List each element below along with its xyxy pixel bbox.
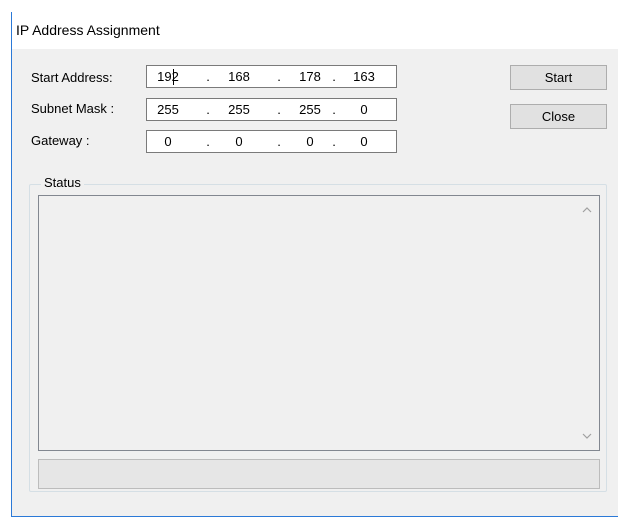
start-address-octet-1[interactable]: 192 (148, 69, 188, 84)
chevron-down-icon[interactable] (575, 426, 599, 446)
octet-separator: . (206, 102, 210, 117)
progress-bar (38, 459, 600, 489)
octet-separator: . (332, 134, 336, 149)
octet-separator: . (206, 69, 210, 84)
status-group-legend: Status (41, 175, 84, 190)
gateway-label: Gateway : (31, 133, 90, 148)
subnet-mask-octet-3[interactable]: 255 (290, 102, 330, 117)
start-address-input[interactable]: 192 . 168 . 178 . 163 (146, 65, 397, 88)
gateway-octet-3[interactable]: 0 (290, 134, 330, 149)
octet-separator: . (277, 134, 281, 149)
gateway-octet-1[interactable]: 0 (148, 134, 188, 149)
octet-separator: . (332, 102, 336, 117)
close-button[interactable]: Close (510, 104, 607, 129)
status-log-scrollbar[interactable] (575, 196, 599, 450)
subnet-mask-octet-1[interactable]: 255 (148, 102, 188, 117)
title-bar: IP Address Assignment (12, 12, 618, 49)
gateway-input[interactable]: 0 . 0 . 0 . 0 (146, 130, 397, 153)
window-title: IP Address Assignment (16, 22, 160, 38)
start-address-octet-3[interactable]: 178 (290, 69, 330, 84)
subnet-mask-octet-4[interactable]: 0 (344, 102, 384, 117)
octet-separator: . (277, 102, 281, 117)
start-address-label: Start Address: (31, 70, 113, 85)
gateway-octet-2[interactable]: 0 (219, 134, 259, 149)
chevron-up-icon[interactable] (575, 200, 599, 220)
subnet-mask-input[interactable]: 255 . 255 . 255 . 0 (146, 98, 397, 121)
start-address-octet-2[interactable]: 168 (219, 69, 259, 84)
octet-separator: . (332, 69, 336, 84)
octet-separator: . (277, 69, 281, 84)
gateway-octet-4[interactable]: 0 (344, 134, 384, 149)
ip-assignment-window: IP Address Assignment Start Address: 192… (11, 12, 618, 517)
text-cursor (173, 69, 174, 85)
subnet-mask-octet-2[interactable]: 255 (219, 102, 259, 117)
octet-separator: . (206, 134, 210, 149)
start-address-octet-4[interactable]: 163 (344, 69, 384, 84)
subnet-mask-label: Subnet Mask : (31, 101, 115, 116)
start-button[interactable]: Start (510, 65, 607, 90)
status-log[interactable] (38, 195, 600, 451)
